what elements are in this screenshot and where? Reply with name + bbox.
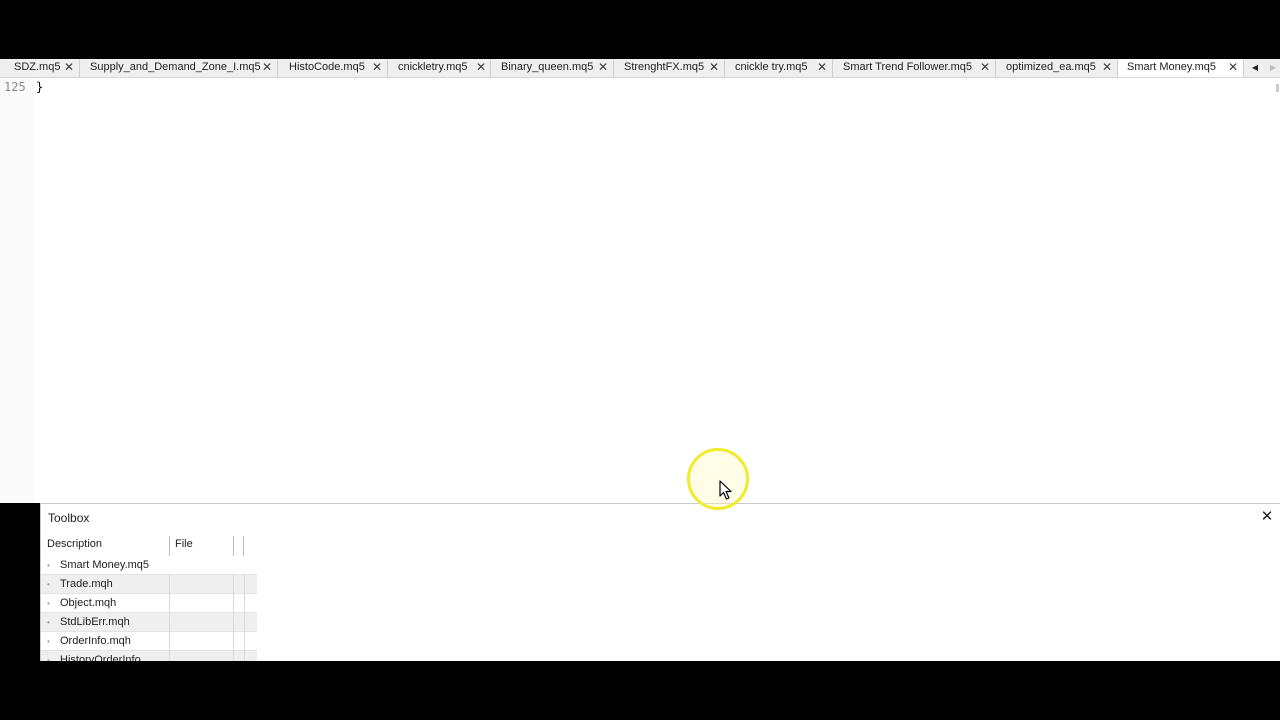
code-line[interactable]: } <box>36 80 43 94</box>
table-row[interactable]: • OrderInfo.mqh <box>41 632 257 651</box>
tab-label: SDZ.mq5 <box>14 61 61 73</box>
tab-cnickletry[interactable]: cnickletry.mq5 ✕ <box>388 59 491 77</box>
tab-label: StrenghtFX.mq5 <box>624 61 705 73</box>
column-separator[interactable] <box>233 536 234 556</box>
tab-label: cnickletry.mq5 <box>398 61 468 73</box>
tab-smart-trend-follower[interactable]: Smart Trend Follower.mq5 ✕ <box>833 59 996 77</box>
cell-divider <box>233 632 234 651</box>
close-icon[interactable]: ✕ <box>1102 59 1112 76</box>
tab-label: Smart Money.mq5 <box>1127 61 1217 73</box>
close-icon[interactable]: ✕ <box>262 59 272 76</box>
close-icon[interactable]: ✕ <box>64 59 74 76</box>
table-row[interactable]: • Smart Money.mq5 <box>41 556 257 575</box>
column-header-description[interactable]: Description <box>47 533 102 555</box>
column-header-file[interactable]: File <box>175 533 193 555</box>
tab-smart-money[interactable]: Smart Money.mq5 ✕ <box>1118 59 1244 77</box>
close-icon[interactable]: ✕ <box>709 59 719 76</box>
code-editor[interactable]: 125 } <box>0 78 1280 503</box>
arrow-cursor-icon <box>719 480 732 500</box>
tab-supply-and-demand-zone[interactable]: Supply_and_Demand_Zone_I.mq5 ✕ <box>80 59 278 77</box>
tab-optimized-ea[interactable]: optimized_ea.mq5 ✕ <box>996 59 1118 77</box>
tab-label: Binary_queen.mq5 <box>501 61 594 73</box>
document-tab-bar: SDZ.mq5 ✕ Supply_and_Demand_Zone_I.mq5 ✕… <box>0 59 1280 78</box>
cell-divider <box>244 575 245 594</box>
cell-divider <box>233 613 234 632</box>
tab-sdz[interactable]: SDZ.mq5 ✕ <box>0 59 80 77</box>
column-separator[interactable] <box>243 536 244 556</box>
cell-divider <box>233 575 234 594</box>
cell-divider <box>244 632 245 651</box>
close-icon[interactable]: ✕ <box>980 59 990 76</box>
cell-divider <box>244 613 245 632</box>
cell-divider <box>169 613 170 632</box>
tab-label: HistoCode.mq5 <box>289 61 365 73</box>
close-icon[interactable]: ✕ <box>1228 59 1238 76</box>
row-description: Trade.mqh <box>60 578 113 590</box>
scroll-left-icon[interactable]: ◀ <box>1246 59 1264 77</box>
tab-strenghtfx[interactable]: StrenghtFX.mq5 ✕ <box>614 59 725 77</box>
editor-scrollbar[interactable] <box>1276 84 1279 92</box>
table-row[interactable]: • Object.mqh <box>41 594 257 613</box>
close-icon[interactable]: ✕ <box>598 59 608 76</box>
line-number-gutter: 125 <box>0 78 34 503</box>
bullet-icon: • <box>47 637 50 646</box>
bullet-icon: • <box>47 561 50 570</box>
cell-divider <box>169 632 170 651</box>
toolbox-panel: Toolbox ✕ Description File • Smart Money… <box>40 503 1280 661</box>
close-icon[interactable]: ✕ <box>1258 508 1276 526</box>
table-row[interactable]: • Trade.mqh <box>41 575 257 594</box>
scroll-right-icon[interactable]: ▶ <box>1266 59 1280 77</box>
tab-label: Supply_and_Demand_Zone_I.mq5 <box>90 61 261 73</box>
close-icon[interactable]: ✕ <box>476 59 486 76</box>
tab-label: Smart Trend Follower.mq5 <box>843 61 972 73</box>
screen-capture: SDZ.mq5 ✕ Supply_and_Demand_Zone_I.mq5 ✕… <box>0 0 1280 720</box>
cell-divider <box>169 575 170 594</box>
cursor-highlight-ring <box>687 448 749 510</box>
cell-divider <box>244 594 245 613</box>
row-description: StdLibErr.mqh <box>60 616 130 628</box>
cell-divider <box>244 651 245 661</box>
close-icon[interactable]: ✕ <box>372 59 382 76</box>
bullet-icon: • <box>47 580 50 589</box>
bullet-icon: • <box>47 618 50 627</box>
bullet-icon: • <box>47 599 50 608</box>
cell-divider <box>169 594 170 613</box>
row-description: OrderInfo.mqh <box>60 635 131 647</box>
cell-divider <box>233 594 234 613</box>
tab-histocode[interactable]: HistoCode.mq5 ✕ <box>278 59 388 77</box>
tab-cnickle-try[interactable]: cnickle try.mq5 ✕ <box>725 59 833 77</box>
tab-binary-queen[interactable]: Binary_queen.mq5 ✕ <box>491 59 614 77</box>
cell-divider <box>169 651 170 661</box>
row-description: HistoryOrderInfo... <box>60 654 150 661</box>
cell-divider <box>233 651 234 661</box>
close-icon[interactable]: ✕ <box>817 59 827 76</box>
line-number: 125 <box>4 80 26 94</box>
row-description: Smart Money.mq5 <box>60 559 150 571</box>
table-row[interactable]: • HistoryOrderInfo... <box>41 651 257 661</box>
tab-label: cnickle try.mq5 <box>735 61 808 73</box>
toolbox-title: Toolbox <box>48 511 90 525</box>
row-description: Object.mqh <box>60 597 117 609</box>
table-row[interactable]: • StdLibErr.mqh <box>41 613 257 632</box>
column-separator[interactable] <box>169 536 170 556</box>
bullet-icon: • <box>47 656 50 661</box>
tab-label: optimized_ea.mq5 <box>1006 61 1096 73</box>
